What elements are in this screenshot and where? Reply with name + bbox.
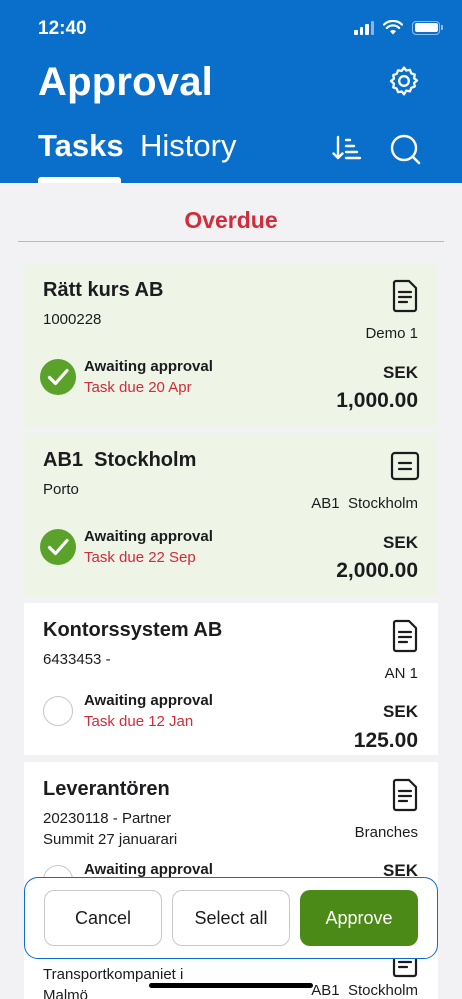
battery-icon <box>412 20 443 35</box>
status-icons <box>354 20 443 35</box>
invoice-icon <box>390 451 420 481</box>
selection-checkbox[interactable] <box>40 529 76 565</box>
task-name: Rätt kurs AB <box>43 279 164 301</box>
task-reference-line: Transportkompaniet i <box>43 966 184 983</box>
task-status: Awaiting approval <box>84 692 213 709</box>
task-cost-center: Branches <box>354 824 418 841</box>
wifi-icon <box>383 20 403 35</box>
task-name: AB1 Stockholm <box>43 449 197 471</box>
document-list-icon <box>392 619 418 653</box>
task-reference: Porto <box>43 481 79 498</box>
task-status: Awaiting approval <box>84 861 213 878</box>
task-reference: 1000228 <box>43 311 102 328</box>
section-header-overdue: Overdue <box>18 200 444 242</box>
selection-checkbox[interactable] <box>40 359 76 395</box>
app-header: 12:40 Approval Tasks History <box>0 0 462 183</box>
task-currency: SEK <box>383 533 418 552</box>
cancel-button[interactable]: Cancel <box>44 890 162 946</box>
task-due-date: Task due 22 Sep <box>84 549 196 566</box>
cellular-signal-icon <box>354 20 374 35</box>
task-reference: 6433453 - <box>43 651 111 668</box>
task-card[interactable]: AB1 Stockholm Porto AB1 Stockholm Awaiti… <box>24 433 438 597</box>
sort-icon[interactable] <box>330 132 362 164</box>
task-name: Leverantören <box>43 778 170 800</box>
task-amount: 2,000.00 <box>336 559 418 582</box>
task-status: Awaiting approval <box>84 358 213 375</box>
search-icon[interactable] <box>388 132 422 166</box>
checkmark-icon <box>47 368 69 386</box>
document-list-icon <box>392 279 418 313</box>
checkmark-icon <box>47 538 69 556</box>
task-cost-center: AB1 Stockholm <box>311 982 418 999</box>
task-currency: SEK <box>383 363 418 382</box>
task-status: Awaiting approval <box>84 528 213 545</box>
task-reference: Transportkompaniet i Malmö <box>43 964 183 999</box>
task-due-date: Task due 12 Jan <box>84 713 194 730</box>
status-time: 12:40 <box>38 18 87 39</box>
tab-tasks[interactable]: Tasks <box>38 128 124 164</box>
task-cost-center: AB1 Stockholm <box>311 495 418 512</box>
task-amount: 1,000.00 <box>336 389 418 412</box>
task-due-date: Task due 20 Apr <box>84 379 192 396</box>
select-all-button[interactable]: Select all <box>172 890 290 946</box>
selection-checkbox[interactable] <box>43 696 73 726</box>
task-currency: SEK <box>383 702 418 721</box>
bulk-action-bar: Cancel Select all Approve <box>24 877 438 959</box>
task-reference-line: 20230118 - Partner <box>43 810 172 827</box>
active-tab-indicator <box>38 177 121 183</box>
section-label: Overdue <box>184 207 278 233</box>
task-card[interactable]: Kontorssystem AB 6433453 - AN 1 Awaiting… <box>24 603 438 755</box>
task-card[interactable]: Rätt kurs AB 1000228 Demo 1 Awaiting app… <box>24 263 438 427</box>
task-amount: 125.00 <box>353 729 418 752</box>
document-list-icon <box>392 778 418 812</box>
task-cost-center: Demo 1 <box>365 325 418 342</box>
task-reference: 20230118 - Partner Summit 27 januarari <box>43 808 177 850</box>
home-indicator[interactable] <box>149 983 313 988</box>
page-title: Approval <box>38 60 213 104</box>
task-cost-center: AN 1 <box>384 665 418 682</box>
tab-history[interactable]: History <box>140 128 236 164</box>
gear-icon[interactable] <box>387 64 421 98</box>
task-reference-line: Summit 27 januarari <box>43 831 178 848</box>
task-name: Kontorssystem AB <box>43 619 223 641</box>
approve-button[interactable]: Approve <box>300 890 418 946</box>
